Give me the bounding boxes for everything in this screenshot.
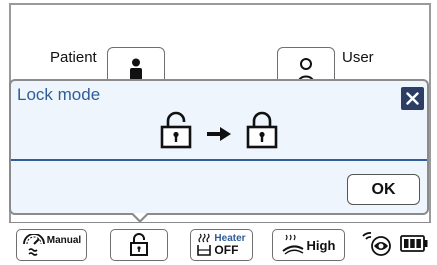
close-button[interactable] [401,87,424,110]
manual-mode-icon [22,234,45,256]
wireless-icon [362,232,391,256]
airflow-icon [281,234,304,255]
ok-button-label: OK [371,180,396,198]
lock-button[interactable] [110,229,168,261]
battery-icon [400,235,428,252]
lock-mode-screen: Patient User Lock mode OK Manual Heater … [0,0,437,265]
flow-button[interactable]: High [272,229,345,261]
mode-button[interactable]: Manual [16,229,87,261]
lock-mode-dialog: Lock mode OK [9,79,429,215]
close-icon [406,92,419,105]
bottom-toolbar: Manual Heater OFF High [9,222,431,265]
heater-state: OFF [214,243,239,257]
ok-button[interactable]: OK [347,174,420,205]
dialog-divider [11,159,427,161]
heater-button[interactable]: Heater OFF [190,229,253,261]
right-arrow-icon [207,127,231,141]
locked-padlock-icon [246,111,278,149]
unlocked-padlock-icon [130,233,148,256]
dialog-title: Lock mode [17,85,101,104]
dialog-pointer-inner [133,213,147,220]
lock-transition [159,111,289,151]
unlocked-padlock-icon [160,111,192,149]
heater-icon [197,233,212,256]
flow-label: High [306,237,336,253]
user-label: User [342,49,374,66]
mode-label: Manual [46,235,82,246]
patient-label: Patient [50,49,97,66]
